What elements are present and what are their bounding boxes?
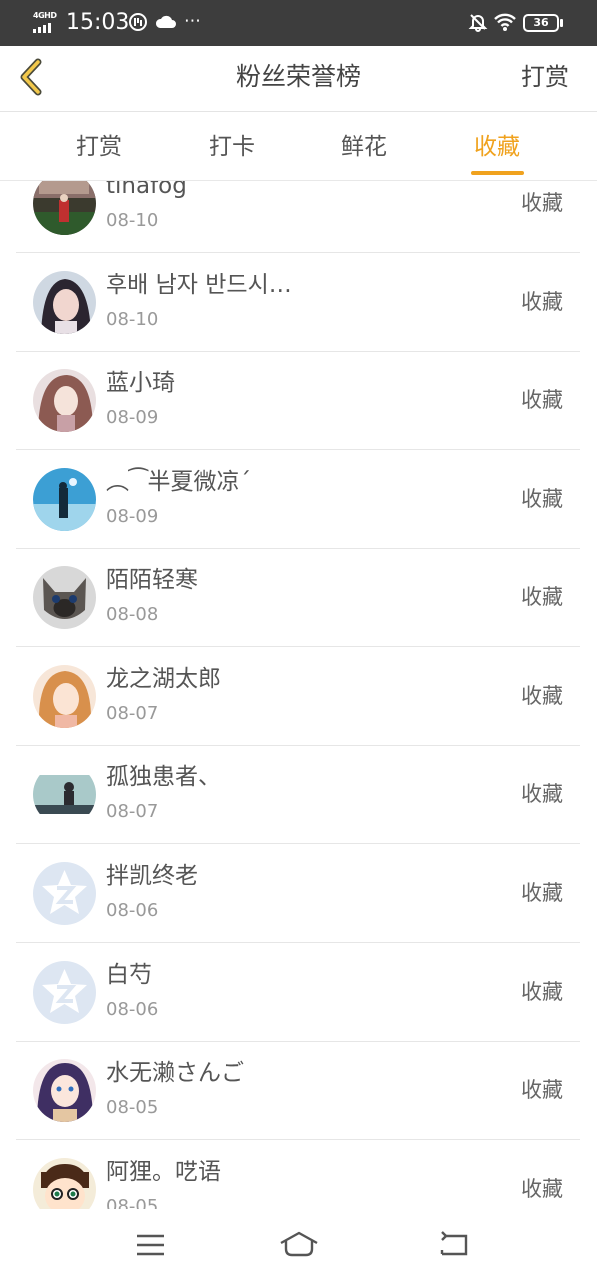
tab-flowers[interactable]: 鲜花 [324, 130, 404, 164]
user-name: ︵⁀半夏微凉´ [106, 469, 251, 495]
avatar[interactable] [33, 468, 96, 531]
user-name: tinafog [106, 181, 187, 199]
user-name: 孤独患者、 [106, 764, 221, 790]
item-action: 收藏 [521, 782, 563, 806]
home-icon[interactable] [277, 1227, 321, 1263]
more-notifications-icon: ⋯ [184, 11, 201, 31]
avatar[interactable] [33, 1158, 96, 1209]
avatar[interactable] [33, 369, 96, 432]
list-item[interactable]: 후배 남자 반드시… 08-10 收藏 [16, 253, 580, 352]
item-date: 08-10 [106, 210, 159, 231]
avatar[interactable] [33, 665, 96, 728]
list-item[interactable]: 拌凯终老 08-06 收藏 [16, 844, 580, 943]
user-name: 龙之湖太郎 [106, 666, 221, 692]
list-item[interactable]: ︵⁀半夏微凉´ 08-09 收藏 [16, 450, 580, 549]
item-date: 08-07 [106, 801, 159, 822]
list-item[interactable]: tinafog 08-10 收藏 [16, 181, 580, 253]
item-date: 08-09 [106, 506, 159, 527]
list-item[interactable]: 白芍 08-06 收藏 [16, 943, 580, 1042]
active-tab-indicator [471, 171, 524, 175]
status-time: 15:03 [66, 10, 130, 35]
avatar[interactable] [33, 566, 96, 629]
wifi-icon [493, 12, 517, 38]
default-avatar-icon[interactable] [33, 961, 96, 1024]
list-item[interactable]: 蓝小琦 08-09 收藏 [16, 351, 580, 450]
item-action: 收藏 [521, 585, 563, 609]
item-date: 08-06 [106, 999, 159, 1020]
user-name: 拌凯终老 [106, 863, 198, 889]
tab-bar: 打赏 打卡 鲜花 收藏 [0, 112, 597, 181]
item-date: 08-06 [106, 900, 159, 921]
item-action: 收藏 [521, 881, 563, 905]
item-action: 收藏 [521, 388, 563, 412]
user-name: 후배 남자 반드시… [106, 272, 292, 298]
default-avatar-icon[interactable] [33, 862, 96, 925]
back-icon[interactable] [432, 1227, 476, 1263]
tab-checkin[interactable]: 打卡 [192, 130, 272, 164]
battery-indicator: 36 [523, 14, 559, 32]
tip-button[interactable]: 打赏 [521, 60, 569, 94]
list-item[interactable]: 龙之湖太郎 08-07 收藏 [16, 647, 580, 746]
item-date: 08-07 [106, 703, 159, 724]
fan-list: tinafog 08-10 收藏 후배 남자 반드시… 08-10 收藏 蓝小琦… [0, 181, 597, 1209]
system-nav-bar [0, 1209, 597, 1280]
header: 粉丝荣誉榜 打赏 [0, 46, 597, 112]
avatar[interactable] [33, 181, 96, 235]
user-name: 水无濑さんご [106, 1060, 244, 1086]
cloud-icon [155, 12, 177, 36]
list-item[interactable]: 陌陌轻寒 08-08 收藏 [16, 548, 580, 647]
item-action: 收藏 [521, 684, 563, 708]
item-date: 08-09 [106, 407, 159, 428]
item-date: 08-10 [106, 309, 159, 330]
item-action: 收藏 [521, 290, 563, 314]
list-item[interactable]: 阿狸。呓语 08-05 收藏 [16, 1140, 580, 1209]
user-name: 蓝小琦 [106, 370, 175, 396]
data-saver-icon [128, 12, 148, 38]
status-bar: 4GHD 15:03 ⋯ 36 [0, 0, 597, 46]
avatar[interactable] [33, 271, 96, 334]
signal-icon: 4GHD [33, 11, 59, 33]
menu-icon[interactable] [128, 1227, 172, 1263]
mute-bell-icon [468, 12, 488, 38]
avatar[interactable] [33, 763, 96, 826]
list-item[interactable]: 孤独患者、 08-07 收藏 [16, 745, 580, 844]
item-action: 收藏 [521, 191, 563, 215]
user-name: 阿狸。呓语 [106, 1159, 221, 1185]
item-action: 收藏 [521, 1078, 563, 1102]
user-name: 陌陌轻寒 [106, 567, 198, 593]
item-action: 收藏 [521, 487, 563, 511]
avatar[interactable] [33, 1059, 96, 1122]
tab-favorites[interactable]: 收藏 [457, 130, 537, 164]
item-date: 08-08 [106, 604, 159, 625]
item-date: 08-05 [106, 1097, 159, 1118]
battery-tip [560, 19, 563, 27]
network-type: 4GHD [33, 11, 57, 20]
item-action: 收藏 [521, 1177, 563, 1201]
tab-tip[interactable]: 打赏 [59, 130, 139, 164]
list-item[interactable]: 水无濑さんご 08-05 收藏 [16, 1041, 580, 1140]
page-title: 粉丝荣誉榜 [235, 62, 361, 91]
item-date: 08-05 [106, 1196, 159, 1209]
item-action: 收藏 [521, 980, 563, 1004]
user-name: 白芍 [106, 962, 152, 988]
